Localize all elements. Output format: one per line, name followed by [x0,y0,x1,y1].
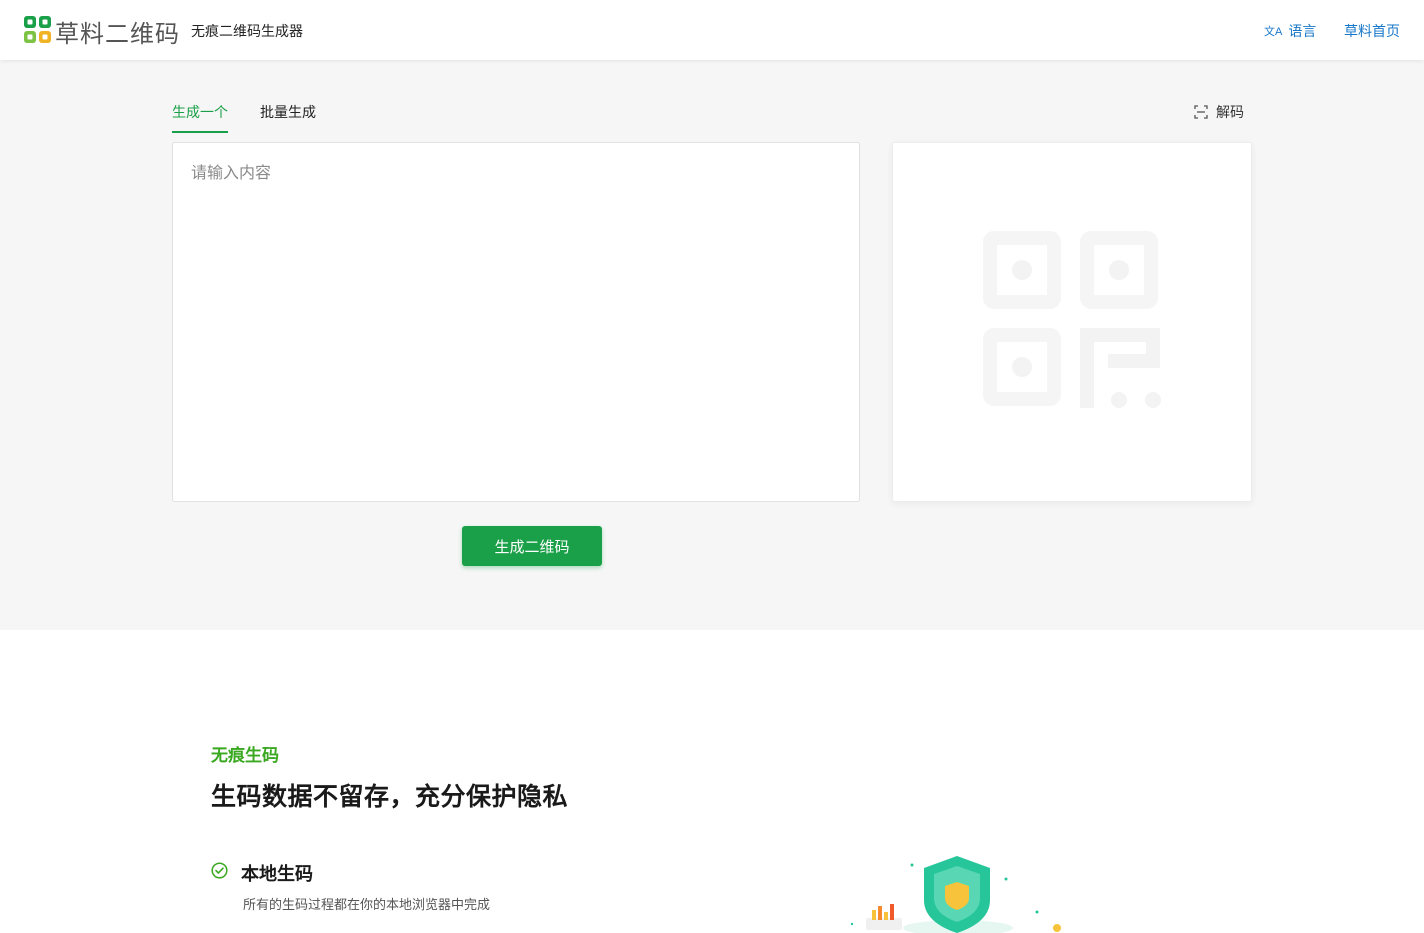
caoliao-logo-icon[interactable] [24,16,52,44]
feature-item-title: 本地生码 [241,864,313,884]
language-switch[interactable]: 文A 语言 [1264,21,1316,41]
home-link[interactable]: 草料首页 [1344,21,1400,41]
feature-tag: 无痕生码 [211,746,279,765]
tab-batch-generate[interactable]: 批量生成 [260,102,316,122]
content-input[interactable] [173,143,859,501]
active-tab-indicator [172,131,228,133]
decode-label: 解码 [1216,104,1244,120]
check-circle-icon [211,862,228,879]
language-label: 语言 [1288,23,1317,39]
feature-item-desc: 所有的生码过程都在你的本地浏览器中完成 [243,897,491,912]
generate-qr-button[interactable]: 生成二维码 [462,526,602,566]
scan-icon [1194,105,1208,119]
brand-name[interactable]: 草料二维码 [55,14,180,49]
translate-icon: 文A [1264,26,1283,38]
qr-preview-panel [892,142,1252,502]
page-subtitle: 无痕二维码生成器 [191,23,303,39]
feature-title: 生码数据不留存，充分保护隐私 [211,783,569,811]
decode-button[interactable]: 解码 [1194,102,1244,122]
tab-generate-single[interactable]: 生成一个 [172,102,228,122]
top-navbar: 草料二维码 无痕二维码生成器 文A 语言 草料首页 [0,0,1424,60]
qr-placeholder-icon [983,231,1161,408]
content-input-box [172,142,860,502]
privacy-shield-illustration-icon [850,856,1061,933]
